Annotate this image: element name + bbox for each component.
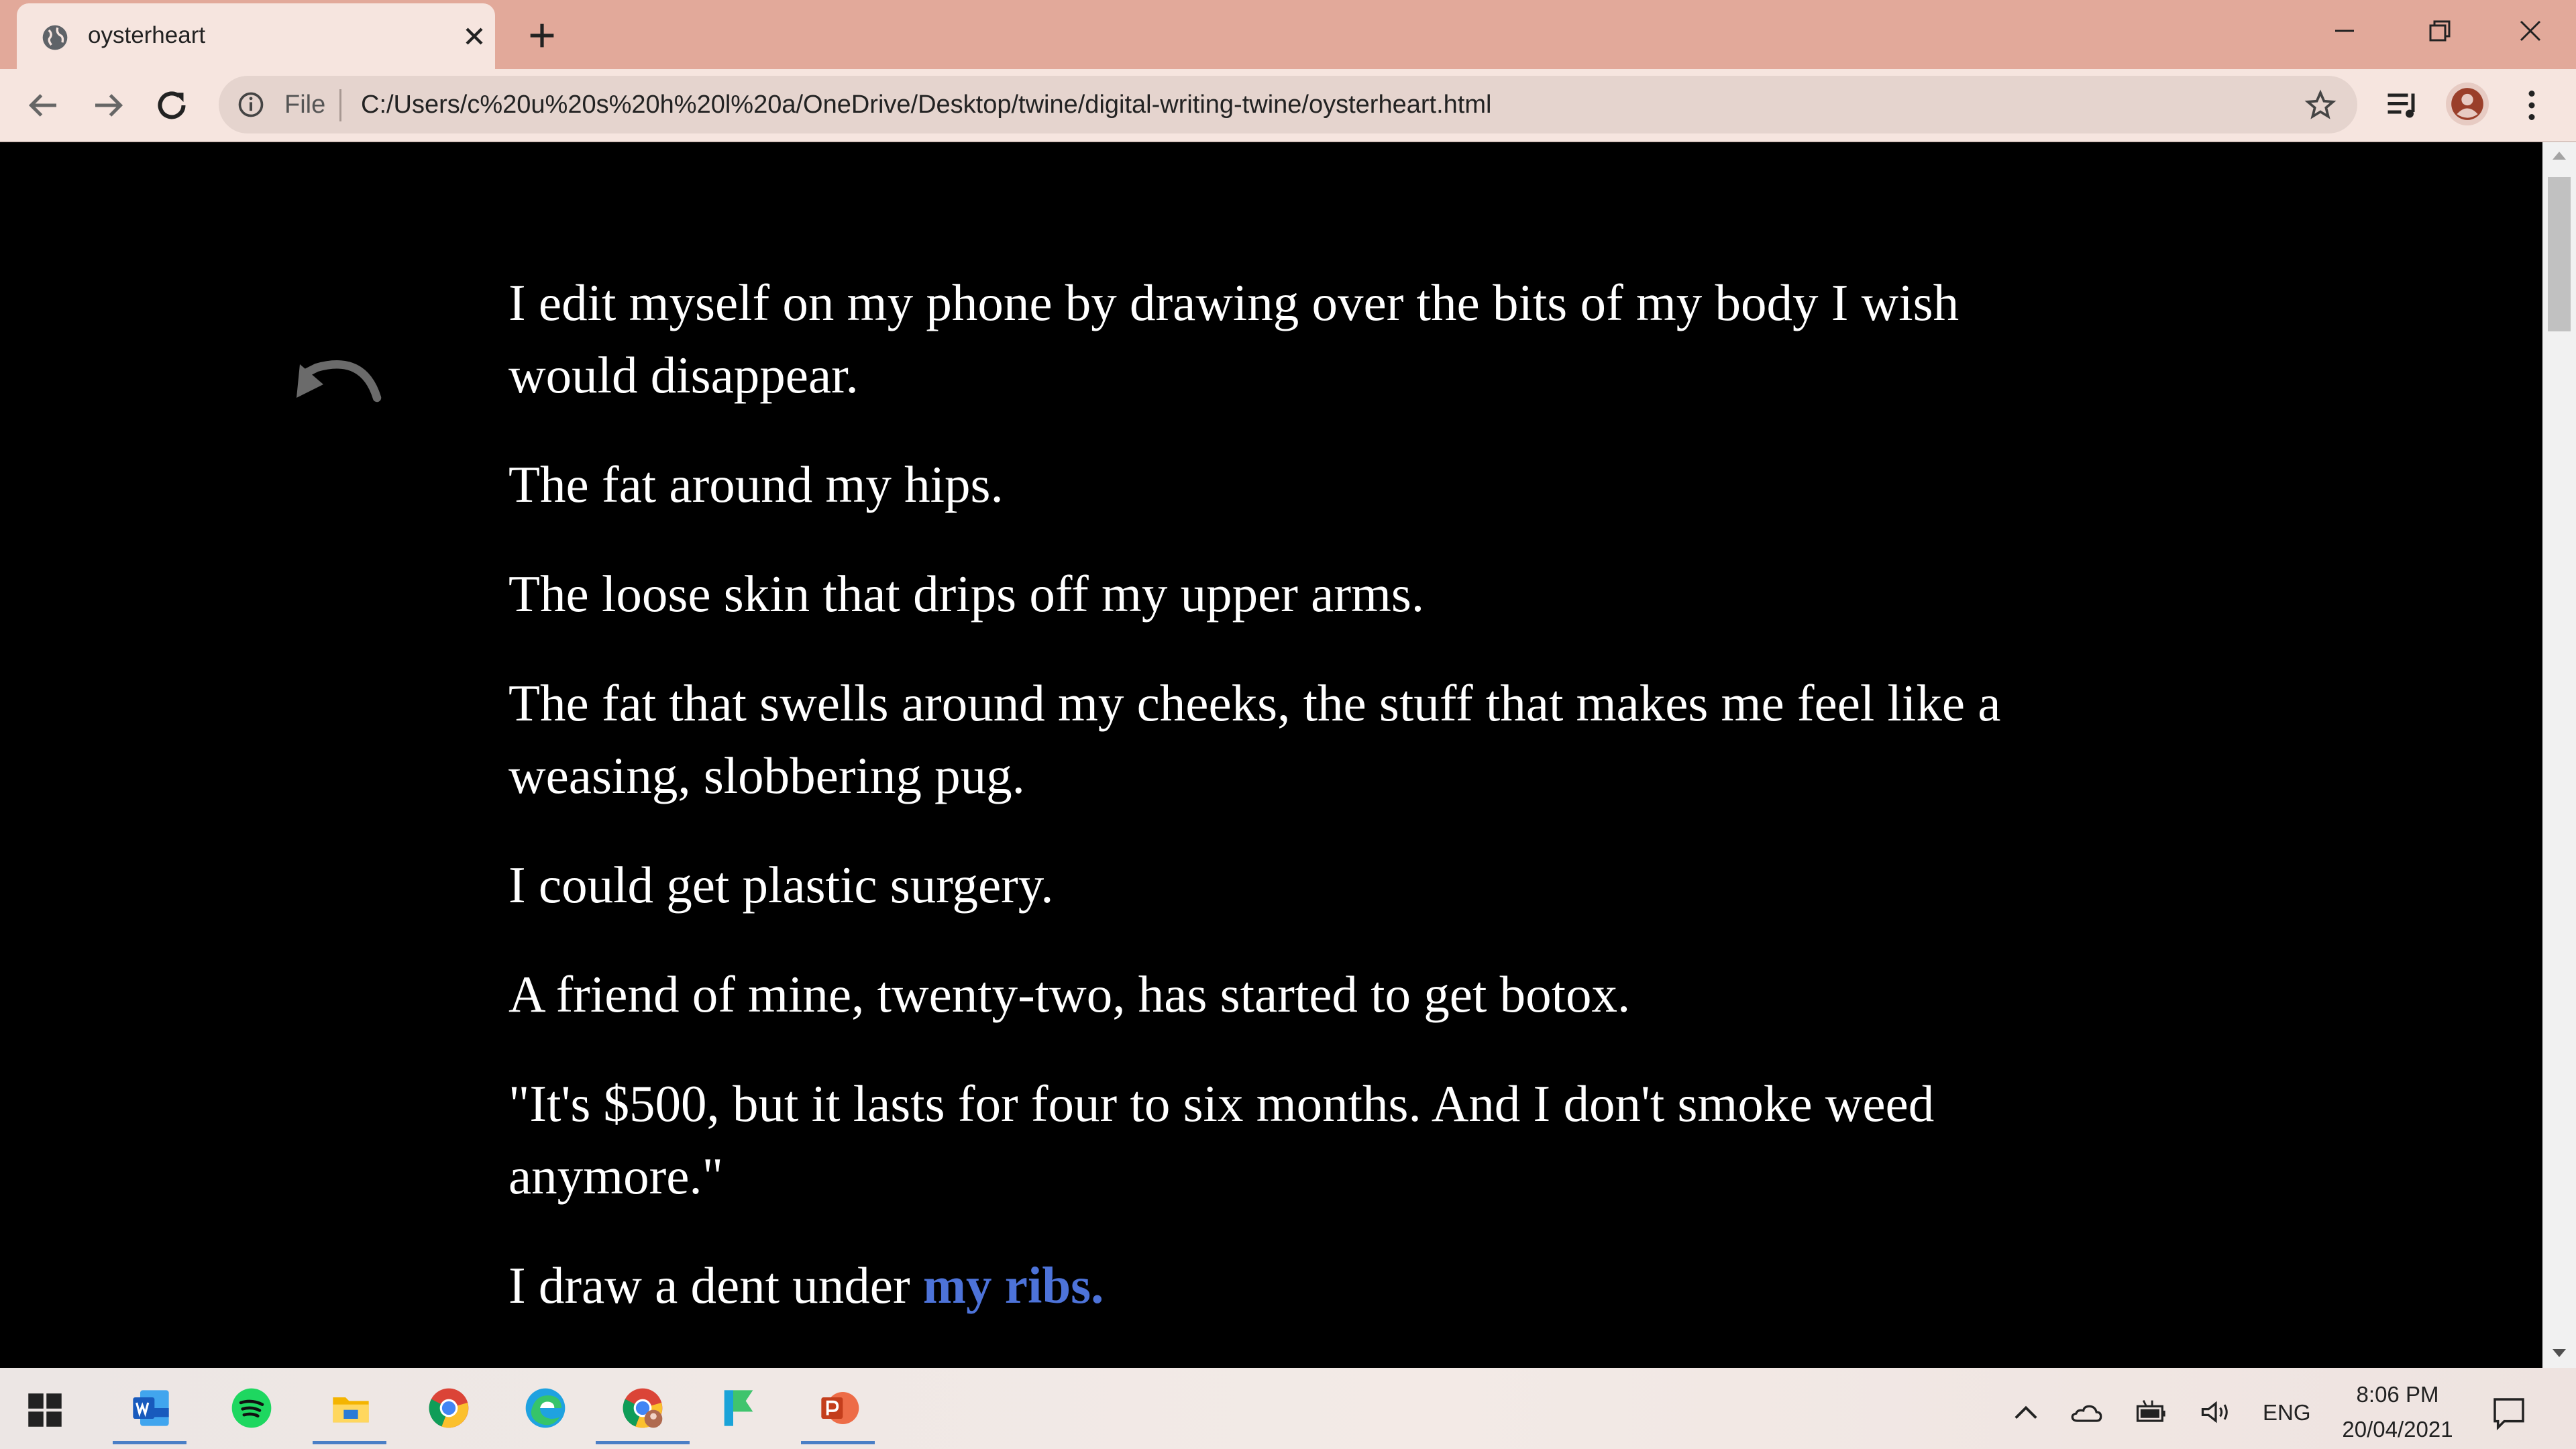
browser-toolbar: File C:/Users/c%20u%20s%20h%20l%20a/OneD…	[0, 69, 2576, 142]
close-tab-icon[interactable]	[460, 21, 489, 51]
page-content: I edit myself on my phone by drawing ove…	[0, 142, 2542, 1368]
passage-last-paragraph: I draw a dent under my ribs.	[508, 1249, 2072, 1322]
scrollbar-thumb[interactable]	[2548, 177, 2571, 331]
address-bar[interactable]: File C:/Users/c%20u%20s%20h%20l%20a/OneD…	[219, 76, 2357, 133]
passage-text: I draw a dent under	[508, 1256, 923, 1314]
story-link-my-ribs[interactable]: my ribs.	[923, 1256, 1104, 1314]
address-separator	[339, 89, 341, 121]
vertical-scrollbar[interactable]	[2542, 142, 2576, 1368]
bookmark-app-icon	[724, 1390, 753, 1426]
onedrive-cloud-icon[interactable]	[2069, 1397, 2104, 1427]
taskbar-edge[interactable]	[507, 1377, 581, 1444]
language-indicator[interactable]: ENG	[2263, 1400, 2311, 1426]
passage-paragraph: I could get plastic surgery.	[508, 856, 1054, 914]
forward-arrow-icon[interactable]	[89, 85, 129, 125]
story-passage: I edit myself on my phone by drawing ove…	[508, 266, 2072, 1358]
back-arrow-icon[interactable]	[23, 85, 63, 125]
tab-title: oysterheart	[88, 22, 206, 48]
new-tab-plus-icon[interactable]	[525, 18, 559, 53]
taskbar-powerpoint[interactable]	[801, 1377, 875, 1444]
running-indicator	[313, 1441, 386, 1444]
clock[interactable]: 8:06 PM 20/04/2021	[2337, 1377, 2458, 1447]
tab-strip: oysterheart	[0, 0, 2576, 69]
taskbar-chrome-profile[interactable]	[596, 1377, 690, 1444]
profile-avatar-button[interactable]	[2446, 83, 2489, 125]
word-icon	[133, 1390, 169, 1426]
url-text[interactable]: C:/Users/c%20u%20s%20h%20l%20a/OneDrive/…	[361, 91, 1491, 119]
clock-date: 20/04/2021	[2342, 1417, 2453, 1442]
scroll-down-arrow-icon[interactable]	[2551, 1346, 2567, 1360]
restore-window-icon[interactable]	[2412, 12, 2465, 50]
globe-icon	[42, 25, 68, 50]
info-icon[interactable]	[236, 90, 266, 119]
minimize-icon[interactable]	[2318, 12, 2371, 50]
battery-icon[interactable]	[2133, 1397, 2168, 1427]
passage-paragraph: The fat that swells around my cheeks, th…	[508, 674, 2001, 804]
kebab-menu-icon[interactable]	[2512, 85, 2552, 125]
tab-oysterheart[interactable]: oysterheart	[17, 3, 495, 69]
windows-taskbar: ENG 8:06 PM 20/04/2021	[0, 1368, 2576, 1449]
clock-time: 8:06 PM	[2356, 1382, 2439, 1407]
passage-paragraph: "It's $500, but it lasts for four to six…	[508, 1075, 1935, 1205]
spotify-icon	[231, 1388, 272, 1428]
powerpoint-icon	[821, 1392, 859, 1424]
passage-paragraph: The fat around my hips.	[508, 455, 1004, 513]
show-hidden-icons-chevron-icon[interactable]	[2008, 1397, 2043, 1427]
chrome-icon	[429, 1388, 469, 1428]
running-indicator	[596, 1441, 690, 1444]
file-explorer-icon	[333, 1397, 369, 1423]
notification-center-icon[interactable]	[2490, 1395, 2528, 1432]
undo-arrow-icon[interactable]	[290, 341, 390, 415]
scheme-label: File	[284, 91, 326, 119]
taskbar-bookmark-app[interactable]	[700, 1377, 774, 1444]
volume-icon[interactable]	[2198, 1397, 2233, 1427]
taskbar-word[interactable]	[113, 1377, 186, 1444]
windows-start-icon[interactable]	[27, 1392, 63, 1428]
person-icon	[2451, 88, 2483, 120]
close-window-icon[interactable]	[2504, 12, 2557, 50]
passage-paragraph: The loose skin that drips off my upper a…	[508, 565, 1425, 623]
reload-icon[interactable]	[152, 85, 192, 125]
bookmark-star-icon[interactable]	[2304, 89, 2337, 122]
passage-paragraph: I edit myself on my phone by drawing ove…	[508, 274, 1960, 404]
taskbar-file-explorer[interactable]	[313, 1377, 386, 1444]
taskbar-chrome[interactable]	[411, 1377, 484, 1444]
running-indicator	[801, 1441, 875, 1444]
chrome-profile-icon	[623, 1388, 663, 1428]
running-indicator	[113, 1441, 186, 1444]
taskbar-spotify[interactable]	[213, 1377, 287, 1444]
scroll-up-arrow-icon[interactable]	[2551, 149, 2567, 162]
passage-paragraph: A friend of mine, twenty-two, has starte…	[508, 965, 1631, 1023]
edge-icon	[525, 1388, 566, 1428]
media-queue-icon[interactable]	[2383, 85, 2423, 125]
